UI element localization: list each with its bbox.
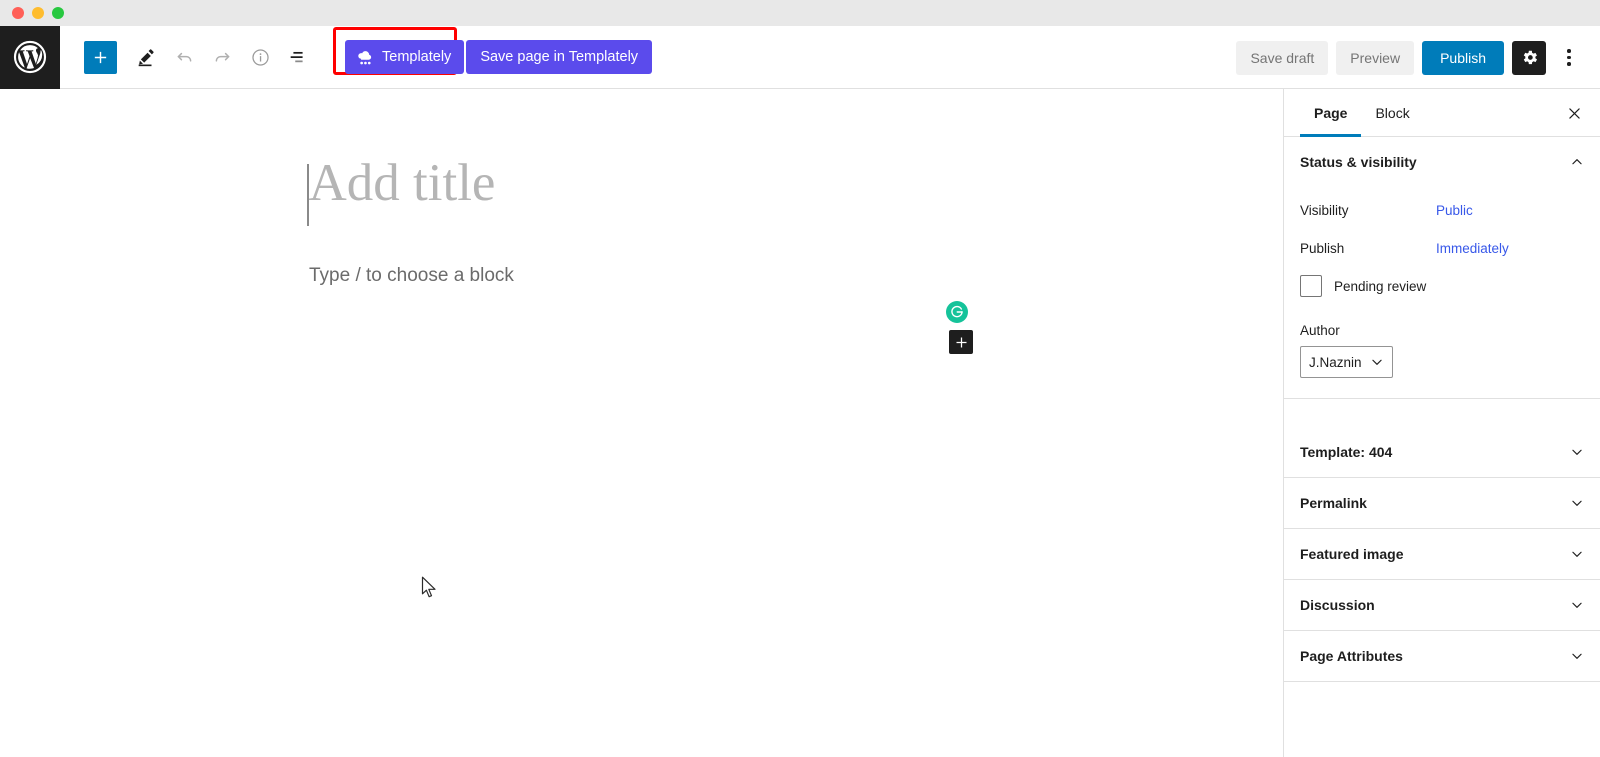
more-options-button[interactable] (1554, 41, 1584, 75)
close-icon (1568, 107, 1580, 119)
row-visibility: Visibility Public (1300, 191, 1584, 229)
wordpress-logo[interactable] (0, 25, 60, 89)
save-page-in-templately-label: Save page in Templately (480, 49, 639, 65)
panel-page-attributes-title: Page Attributes (1300, 648, 1403, 664)
panel-status-visibility-title: Status & visibility (1300, 154, 1417, 170)
tab-page-label: Page (1314, 104, 1348, 121)
grammarly-icon[interactable] (946, 301, 968, 323)
maximize-window-button[interactable] (52, 7, 64, 19)
panel-template-title: Template: 404 (1300, 444, 1393, 460)
author-select[interactable]: J.Naznin (1300, 346, 1393, 378)
templately-cloud-icon (358, 50, 372, 64)
info-icon (251, 48, 269, 66)
panel-featured-image: Featured image (1284, 529, 1600, 580)
editor-canvas[interactable]: Add title Type / to choose a block (0, 89, 1283, 757)
pending-review-label: Pending review (1334, 278, 1427, 294)
inline-add-block-button[interactable] (949, 330, 973, 354)
panel-featured-image-header[interactable]: Featured image (1284, 529, 1600, 579)
panel-status-visibility-header[interactable]: Status & visibility (1284, 137, 1600, 187)
undo-button[interactable] (165, 38, 203, 76)
undo-icon (177, 52, 191, 62)
tools-pen-icon-button[interactable] (127, 38, 165, 76)
traffic-lights (12, 7, 64, 19)
publish-label: Publish (1300, 240, 1345, 256)
save-draft-label: Save draft (1250, 49, 1315, 66)
tab-block-label: Block (1375, 104, 1410, 121)
kebab-menu-icon (1567, 49, 1571, 66)
panel-template: Template: 404 (1284, 427, 1600, 478)
chevron-down-icon (1572, 653, 1582, 659)
redo-button[interactable] (203, 38, 241, 76)
add-block-button[interactable] (84, 40, 117, 74)
post-title-placeholder[interactable]: Add title (309, 155, 496, 212)
chevron-down-icon (1572, 602, 1582, 608)
panel-permalink-header[interactable]: Permalink (1284, 478, 1600, 528)
row-pending-review: Pending review (1300, 275, 1584, 297)
templately-button[interactable]: Templately (345, 40, 465, 74)
list-view-icon (290, 51, 303, 63)
sidebar-tabs: Page Block (1284, 89, 1600, 137)
window-titlebar (0, 0, 1600, 26)
panel-template-header[interactable]: Template: 404 (1284, 427, 1600, 477)
publish-value-button[interactable]: Immediately (1436, 241, 1509, 256)
panel-page-attributes-header[interactable]: Page Attributes (1284, 631, 1600, 681)
chevron-down-icon (1371, 359, 1382, 365)
toolbar-left-group: Templately Save page in Templately (60, 27, 653, 76)
preview-label: Preview (1350, 49, 1401, 66)
panel-status-visibility-body: Visibility Public Publish Immediately Pe… (1284, 187, 1600, 398)
block-placeholder-text[interactable]: Type / to choose a block (309, 265, 514, 287)
details-info-button[interactable] (241, 38, 279, 76)
settings-sidebar: Page Block Status & visibility Visibilit… (1283, 89, 1600, 757)
panel-permalink: Permalink (1284, 478, 1600, 529)
row-publish: Publish Immediately (1300, 229, 1584, 267)
chevron-down-icon (1572, 551, 1582, 557)
panel-discussion-header[interactable]: Discussion (1284, 580, 1600, 630)
pending-review-checkbox[interactable] (1300, 275, 1322, 297)
edit-pen-icon (138, 49, 154, 67)
list-view-button[interactable] (279, 38, 317, 76)
editor-toolbar: Templately Save page in Templately Save … (0, 25, 1600, 89)
preview-button[interactable]: Preview (1336, 40, 1415, 75)
redo-icon (215, 52, 229, 62)
chevron-up-icon (1572, 159, 1582, 165)
save-draft-button[interactable]: Save draft (1236, 40, 1329, 75)
panel-permalink-title: Permalink (1300, 495, 1367, 511)
templately-button-label: Templately (382, 49, 452, 65)
toolbar-right-group: Save draft Preview Publish (1236, 26, 1584, 89)
minimize-window-button[interactable] (32, 7, 44, 19)
save-page-in-templately-button[interactable]: Save page in Templately (466, 40, 653, 74)
author-selected-value: J.Naznin (1309, 354, 1362, 370)
gear-icon (1523, 50, 1537, 65)
chevron-down-icon (1572, 449, 1582, 455)
visibility-value-button[interactable]: Public (1436, 203, 1473, 218)
tab-page[interactable]: Page (1300, 89, 1362, 137)
panel-page-attributes: Page Attributes (1284, 631, 1600, 682)
panel-status-visibility: Status & visibility Visibility Public Pu… (1284, 137, 1600, 399)
panel-discussion: Discussion (1284, 580, 1600, 631)
close-sidebar-button[interactable] (1558, 97, 1590, 129)
publish-label: Publish (1440, 49, 1486, 66)
visibility-label: Visibility (1300, 202, 1349, 218)
settings-button[interactable] (1512, 40, 1546, 75)
mouse-pointer (421, 576, 439, 605)
post-title-area[interactable]: Add title (307, 155, 496, 226)
close-window-button[interactable] (12, 7, 24, 19)
panel-featured-image-title: Featured image (1300, 546, 1404, 562)
tab-block[interactable]: Block (1361, 89, 1423, 136)
author-label: Author (1300, 323, 1340, 338)
publish-button[interactable]: Publish (1422, 40, 1504, 75)
panel-discussion-title: Discussion (1300, 597, 1375, 613)
chevron-down-icon (1572, 500, 1582, 506)
wordpress-block-editor: Templately Save page in Templately Save … (0, 25, 1600, 757)
templately-button-group: Templately Save page in Templately (333, 27, 653, 75)
